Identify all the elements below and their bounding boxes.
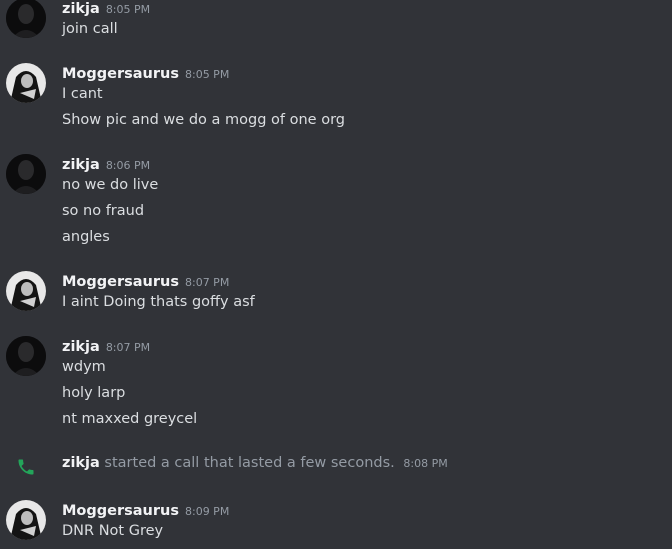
username[interactable]: Moggersaurus [62, 274, 179, 290]
avatar[interactable] [6, 154, 46, 194]
message-header: zikja 8:06 PM [62, 154, 150, 174]
message-text: angles [62, 229, 110, 245]
call-description: started a call that lasted a few seconds… [104, 455, 395, 471]
message-text: wdym [62, 359, 106, 375]
message-header: Moggersaurus 8:07 PM [62, 271, 229, 291]
timestamp[interactable]: 8:06 PM [106, 159, 150, 172]
message-text: holy larp [62, 385, 126, 401]
avatar[interactable] [6, 63, 46, 103]
chat-messages: zikja 8:05 PM join call Moggersaurus 8:05 … [0, 0, 672, 549]
username[interactable]: Moggersaurus [62, 66, 179, 82]
avatar[interactable] [6, 500, 46, 540]
timestamp[interactable]: 8:07 PM [106, 341, 150, 354]
message-text: Show pic and we do a mogg of one org [62, 112, 345, 128]
message-text: no we do live [62, 177, 159, 193]
username[interactable]: zikja [62, 455, 100, 471]
avatar[interactable] [6, 336, 46, 376]
message-text: join call [62, 21, 118, 37]
avatar[interactable] [6, 271, 46, 311]
message-text: DNR Not Grey [62, 523, 164, 539]
phone-icon [16, 457, 36, 477]
username[interactable]: zikja [62, 1, 100, 17]
call-event: zikja started a call that lasted a few s… [0, 454, 672, 476]
message-text: so no fraud [62, 203, 145, 219]
timestamp[interactable]: 8:05 PM [106, 3, 150, 16]
message-header: zikja 8:07 PM [62, 336, 150, 356]
username[interactable]: zikja [62, 339, 100, 355]
username[interactable]: Moggersaurus [62, 503, 179, 519]
timestamp[interactable]: 8:09 PM [185, 505, 229, 518]
message-text: nt maxxed greycel [62, 411, 198, 427]
message-header: Moggersaurus 8:05 PM [62, 63, 229, 83]
message-header: Moggersaurus 8:09 PM [62, 500, 229, 520]
timestamp[interactable]: 8:08 PM [403, 457, 447, 470]
message-text: I aint Doing thats goffy asf [62, 294, 255, 310]
timestamp[interactable]: 8:05 PM [185, 68, 229, 81]
timestamp[interactable]: 8:07 PM [185, 276, 229, 289]
message-header: zikja 8:05 PM [62, 0, 150, 18]
username[interactable]: zikja [62, 157, 100, 173]
message-text: I cant [62, 86, 103, 102]
avatar[interactable] [6, 0, 46, 38]
call-event-text: zikja started a call that lasted a few s… [62, 455, 448, 471]
